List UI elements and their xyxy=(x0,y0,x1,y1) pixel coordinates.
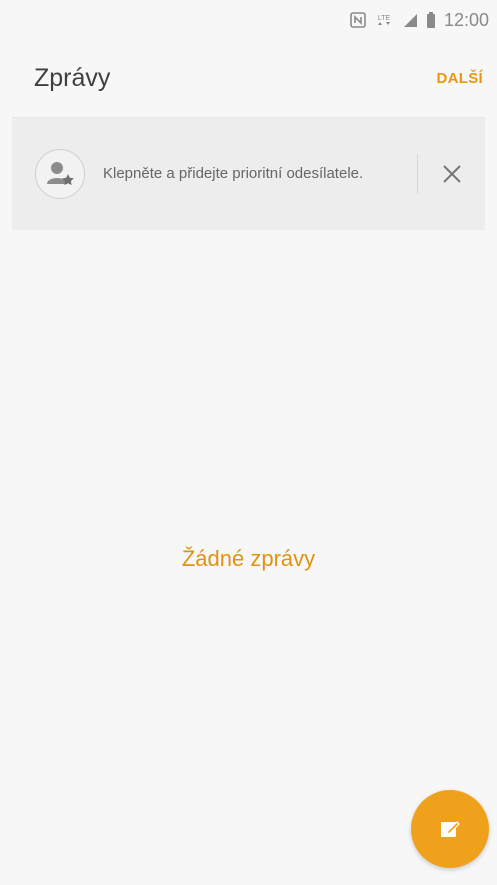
close-icon xyxy=(443,165,461,183)
nfc-icon xyxy=(350,12,366,28)
app-bar: Zprávy DALŠÍ xyxy=(0,40,497,116)
banner-text: Klepněte a přidejte prioritní odesílatel… xyxy=(103,165,364,182)
compose-button[interactable] xyxy=(411,790,489,868)
more-button[interactable]: DALŠÍ xyxy=(437,70,484,87)
empty-state-text: Žádné zprávy xyxy=(181,546,316,571)
battery-icon xyxy=(426,12,436,28)
signal-icon xyxy=(402,12,418,28)
banner-separator xyxy=(417,154,418,194)
compose-icon xyxy=(441,821,460,837)
add-priority-contact-icon xyxy=(35,149,85,199)
close-button[interactable] xyxy=(432,154,472,194)
priority-senders-banner[interactable]: Klepněte a přidejte prioritní odesílatel… xyxy=(12,118,485,230)
page-title: Zprávy xyxy=(34,63,111,92)
svg-text:LTE: LTE xyxy=(378,15,391,22)
status-bar: LTE 12:00 xyxy=(0,0,497,40)
status-time: 12:00 xyxy=(443,9,489,30)
lte-icon: LTE xyxy=(374,12,394,28)
